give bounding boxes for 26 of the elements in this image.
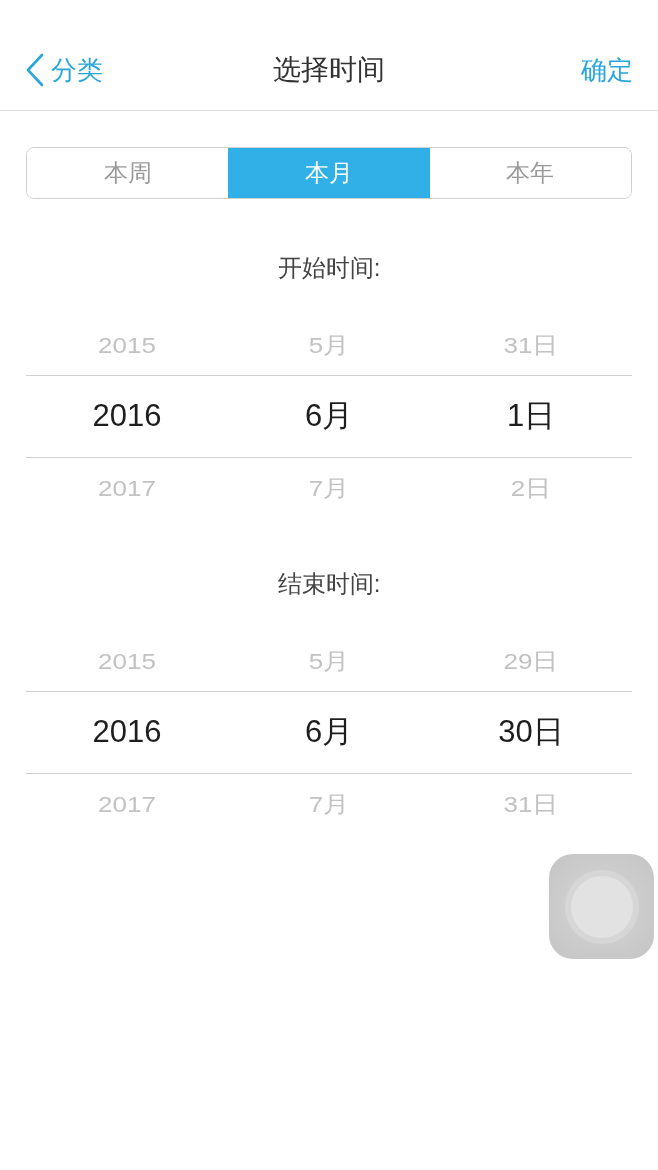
picker-option[interactable]: 5月 xyxy=(308,643,350,679)
picker-option[interactable]: 2016 xyxy=(92,393,162,440)
page-title: 选择时间 xyxy=(273,53,385,87)
floating-touch-button[interactable] xyxy=(549,854,654,959)
picker-option[interactable]: 7月 xyxy=(308,786,350,822)
picker-label: 结束时间: xyxy=(276,569,382,599)
picker-option[interactable]: 2016 xyxy=(92,709,162,756)
picker-option[interactable]: 6月 xyxy=(304,393,354,440)
picker-option[interactable]: 2015 xyxy=(98,327,156,363)
picker-option[interactable]: 29日 xyxy=(503,643,559,679)
chevron-left-icon xyxy=(25,53,45,87)
picker-option[interactable]: 2015 xyxy=(98,643,156,679)
picker-option[interactable]: 31日 xyxy=(503,786,559,822)
picker-option[interactable]: 2017 xyxy=(98,786,156,822)
picker-option[interactable]: 2日 xyxy=(510,470,552,506)
picker-option[interactable]: 31日 xyxy=(503,327,559,363)
back-button[interactable]: 分类 xyxy=(25,50,103,90)
picker-option[interactable]: 1日 xyxy=(506,393,556,440)
picker-option[interactable]: 2017 xyxy=(98,470,156,506)
picker-option[interactable]: 30日 xyxy=(498,709,564,756)
picker-option[interactable]: 6月 xyxy=(304,709,354,756)
segment-tab[interactable]: 本月 xyxy=(228,148,430,198)
picker-option[interactable]: 7月 xyxy=(308,470,350,506)
picker-label: 开始时间: xyxy=(276,253,382,283)
confirm-button[interactable]: 确定 xyxy=(581,50,633,90)
picker-option[interactable]: 5月 xyxy=(308,327,350,363)
